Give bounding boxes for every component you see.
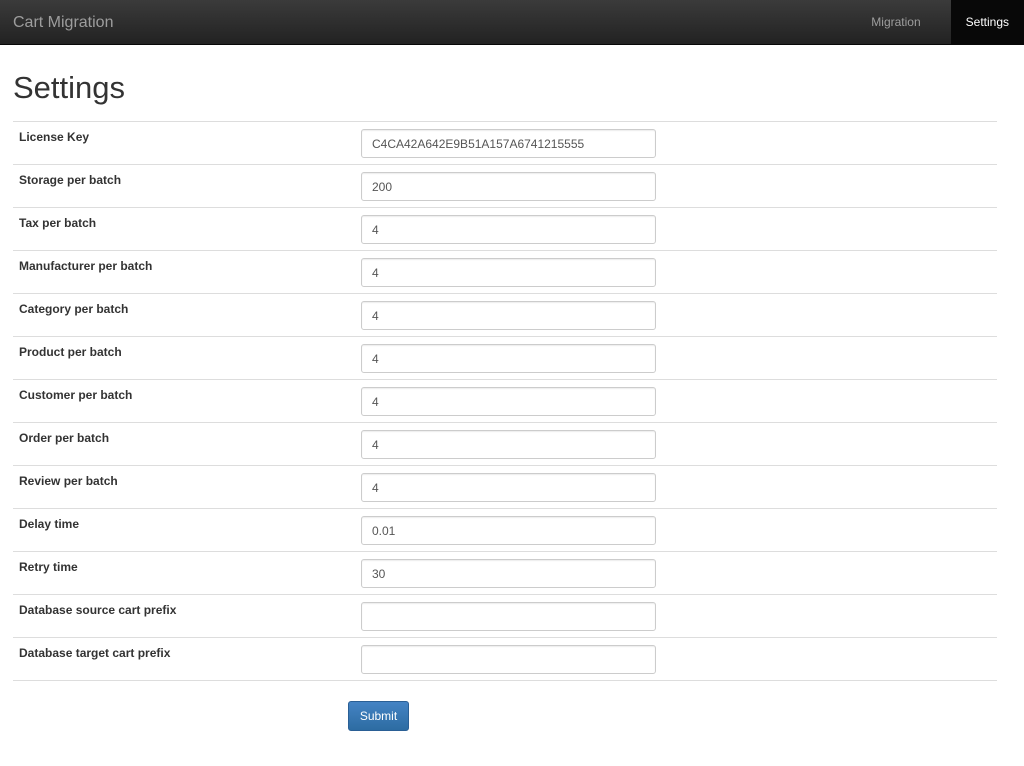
product-per-batch-input[interactable] — [361, 344, 656, 373]
field-label: Tax per batch — [13, 207, 361, 251]
nav-item-settings[interactable]: Settings — [950, 0, 1024, 44]
field-label: License Key — [13, 121, 361, 165]
settings-row-review-per-batch: Review per batch — [13, 465, 997, 509]
settings-row-product-per-batch: Product per batch — [13, 336, 997, 380]
delay-time-input[interactable] — [361, 516, 656, 545]
field-label: Database source cart prefix — [13, 594, 361, 638]
settings-form-table: License Key Storage per batch Tax per ba… — [13, 121, 997, 681]
field-label: Retry time — [13, 551, 361, 595]
field-label: Database target cart prefix — [13, 637, 361, 681]
storage-per-batch-input[interactable] — [361, 172, 656, 201]
nav-menu: Migration Settings — [856, 0, 1024, 45]
settings-row-target-prefix: Database target cart prefix — [13, 637, 997, 681]
settings-row-delay-time: Delay time — [13, 508, 997, 552]
top-navbar: Cart Migration Migration Settings — [0, 0, 1024, 45]
field-label: Product per batch — [13, 336, 361, 380]
source-cart-prefix-input[interactable] — [361, 602, 656, 631]
settings-row-source-prefix: Database source cart prefix — [13, 594, 997, 638]
order-per-batch-input[interactable] — [361, 430, 656, 459]
field-label: Delay time — [13, 508, 361, 552]
target-cart-prefix-input[interactable] — [361, 645, 656, 674]
settings-row-order-per-batch: Order per batch — [13, 422, 997, 466]
settings-row-tax-per-batch: Tax per batch — [13, 207, 997, 251]
retry-time-input[interactable] — [361, 559, 656, 588]
settings-row-customer-per-batch: Customer per batch — [13, 379, 997, 423]
review-per-batch-input[interactable] — [361, 473, 656, 502]
settings-row-manufacturer-per-batch: Manufacturer per batch — [13, 250, 997, 294]
settings-row-license-key: License Key — [13, 121, 997, 165]
customer-per-batch-input[interactable] — [361, 387, 656, 416]
settings-row-storage-per-batch: Storage per batch — [13, 164, 997, 208]
tax-per-batch-input[interactable] — [361, 215, 656, 244]
field-label: Storage per batch — [13, 164, 361, 208]
nav-item-migration[interactable]: Migration — [856, 0, 935, 44]
submit-button[interactable]: Submit — [348, 701, 409, 731]
field-label: Review per batch — [13, 465, 361, 509]
manufacturer-per-batch-input[interactable] — [361, 258, 656, 287]
field-label: Manufacturer per batch — [13, 250, 361, 294]
license-key-input[interactable] — [361, 129, 656, 158]
field-label: Order per batch — [13, 422, 361, 466]
settings-row-category-per-batch: Category per batch — [13, 293, 997, 337]
settings-row-retry-time: Retry time — [13, 551, 997, 595]
brand-link[interactable]: Cart Migration — [13, 0, 113, 45]
field-label: Category per batch — [13, 293, 361, 337]
page-title: Settings — [13, 70, 126, 105]
field-label: Customer per batch — [13, 379, 361, 423]
category-per-batch-input[interactable] — [361, 301, 656, 330]
